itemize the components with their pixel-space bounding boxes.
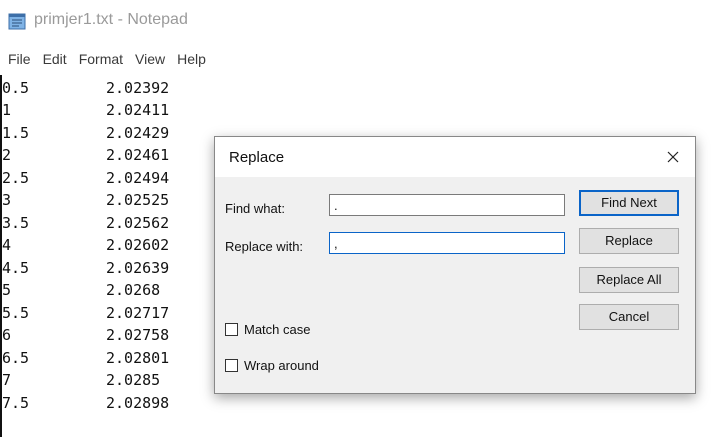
menu-format[interactable]: Format xyxy=(79,51,123,67)
menu-view[interactable]: View xyxy=(135,51,165,67)
wrap-around-label: Wrap around xyxy=(244,358,319,373)
find-next-button[interactable]: Find Next xyxy=(579,190,679,216)
match-case-checkbox[interactable] xyxy=(225,323,238,336)
close-icon[interactable] xyxy=(651,137,695,177)
replace-all-button[interactable]: Replace All xyxy=(579,267,679,293)
dialog-title: Replace xyxy=(229,149,285,166)
replace-button[interactable]: Replace xyxy=(579,228,679,254)
replace-with-input[interactable]: , xyxy=(329,232,565,254)
wrap-around-option[interactable]: Wrap around xyxy=(225,358,319,373)
dialog-title-bar: Replace xyxy=(215,137,695,177)
replace-dialog: Replace Find what: . Replace with: , Fin… xyxy=(214,136,696,394)
title-bar: primjer1.txt - Notepad xyxy=(0,0,714,44)
match-case-option[interactable]: Match case xyxy=(225,322,310,337)
replace-with-label: Replace with: xyxy=(225,239,304,254)
menu-help[interactable]: Help xyxy=(177,51,206,67)
find-what-label: Find what: xyxy=(225,201,285,216)
match-case-label: Match case xyxy=(244,322,311,337)
notepad-icon xyxy=(8,12,26,30)
wrap-around-checkbox[interactable] xyxy=(225,359,238,372)
window-title: primjer1.txt - Notepad xyxy=(34,11,188,28)
menu-file[interactable]: File xyxy=(8,51,31,67)
cancel-button[interactable]: Cancel xyxy=(579,304,679,330)
menu-bar: File Edit Format View Help xyxy=(0,46,714,72)
menu-edit[interactable]: Edit xyxy=(43,51,67,67)
find-what-input[interactable]: . xyxy=(329,194,565,216)
